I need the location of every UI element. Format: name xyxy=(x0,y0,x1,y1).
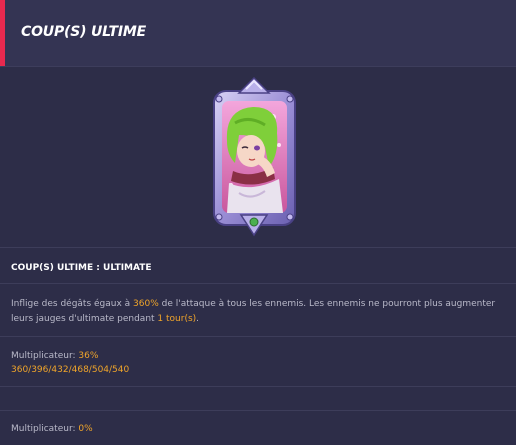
multiplier-value: 0% xyxy=(78,424,93,434)
multiplier-block: Multiplicateur: 0% xyxy=(11,424,93,434)
multiplier-label: Multiplicateur: xyxy=(11,424,79,434)
portrait-area xyxy=(0,67,516,247)
description-text: . xyxy=(196,314,200,324)
divider xyxy=(0,336,516,337)
turn-count: 1 tour(s) xyxy=(157,314,197,324)
multiplier-label: Multiplicateur: xyxy=(11,351,79,361)
skill-description: Inflige des dégâts égaux à 360% de l'att… xyxy=(11,297,506,327)
multiplier-value: 36% xyxy=(78,351,99,361)
divider xyxy=(0,386,516,387)
header-accent-bar xyxy=(0,0,5,66)
panel-header: COUP(S) ULTIME xyxy=(0,0,516,67)
character-portrait-icon xyxy=(209,75,300,239)
multiplier-levels: 360/396/432/468/504/540 xyxy=(11,365,130,375)
divider xyxy=(0,247,516,248)
divider xyxy=(0,283,516,284)
skill-name: COUP(S) ULTIME : ULTIMATE xyxy=(11,263,152,273)
damage-percent: 360% xyxy=(133,299,159,309)
divider xyxy=(0,410,516,411)
description-text: Inflige des dégâts égaux à xyxy=(11,299,134,309)
panel-title: COUP(S) ULTIME xyxy=(21,24,146,40)
multiplier-block: Multiplicateur: 36% 360/396/432/468/504/… xyxy=(11,349,129,377)
ultimate-panel: COUP(S) ULTIME COUP(S) ULTIME: ULTIMATE… xyxy=(0,0,516,445)
